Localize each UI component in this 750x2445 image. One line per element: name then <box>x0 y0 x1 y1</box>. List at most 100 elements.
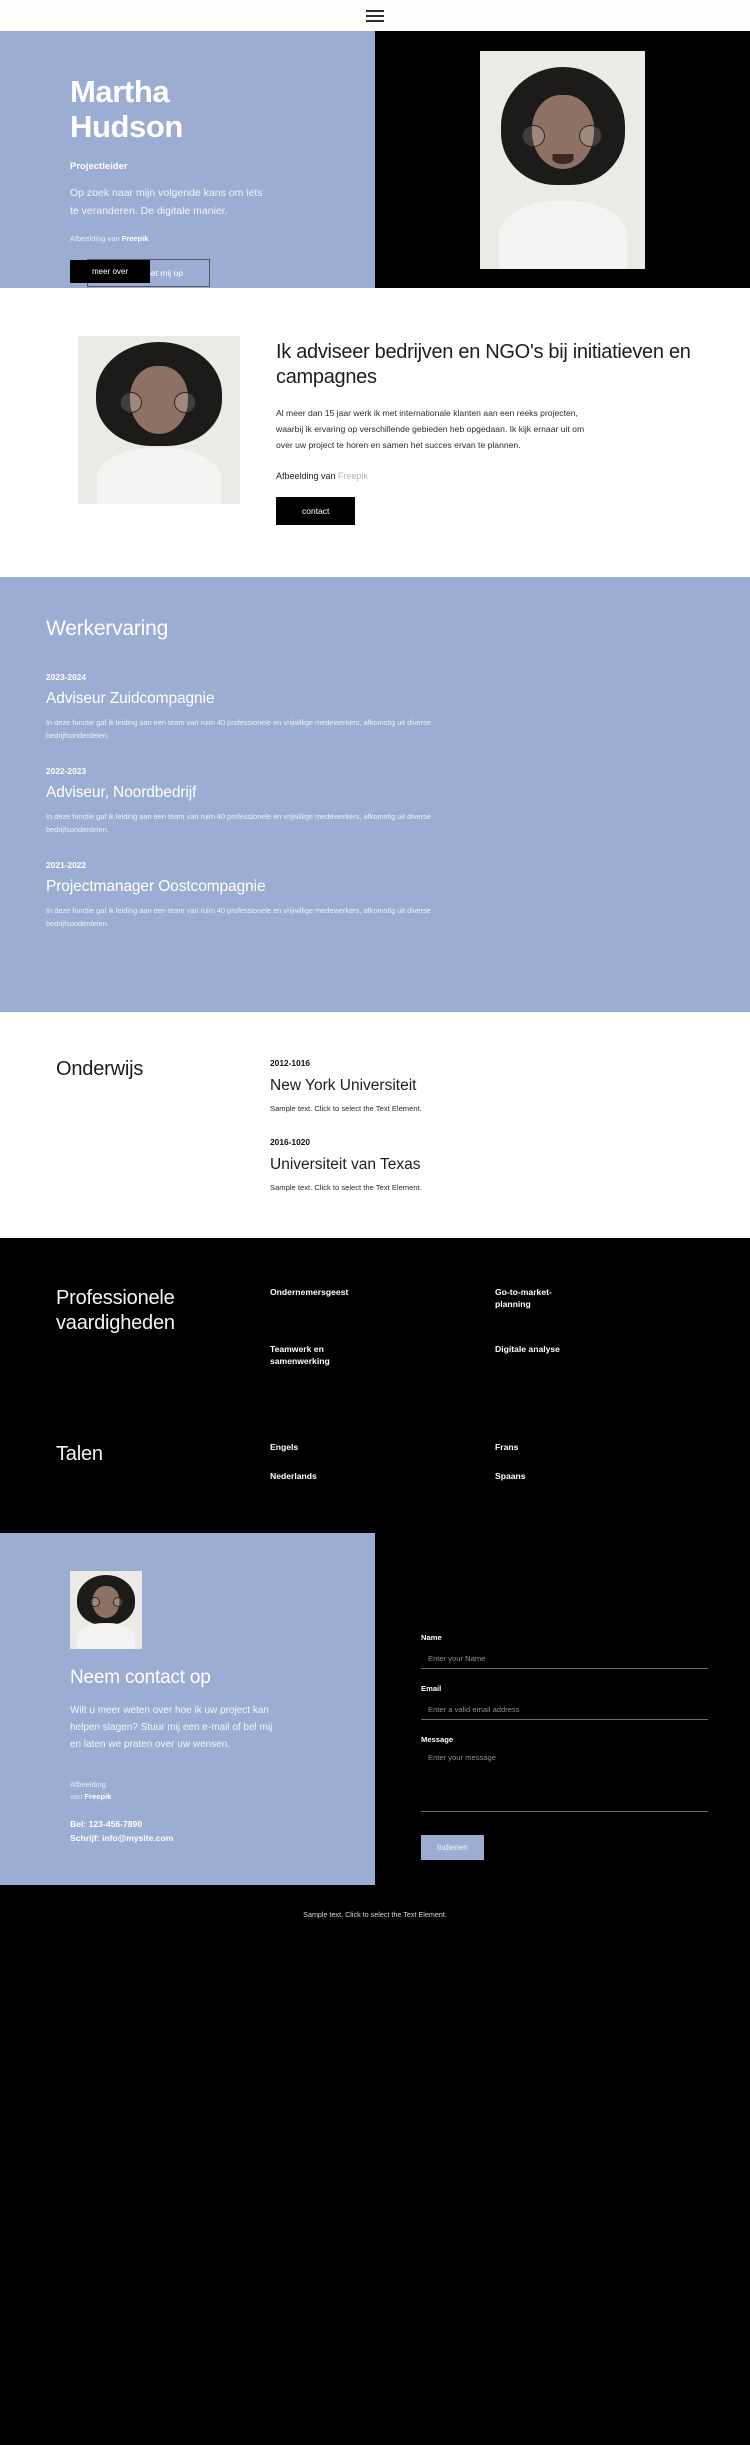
message-field-group: Message <box>421 1735 708 1817</box>
portrait-mouth <box>552 153 573 164</box>
contact-portrait-image <box>70 1570 142 1649</box>
meer-over-button[interactable]: meer over <box>70 260 151 284</box>
hamburger-menu-icon[interactable] <box>366 7 384 25</box>
portrait-illustration <box>78 336 240 504</box>
languages-block: Talen Engels Frans Nederlands Spaans <box>56 1442 710 1481</box>
portrait-glasses-left <box>120 392 142 413</box>
hero-section: Martha Hudson Projectleider Op zoek naar… <box>0 31 750 288</box>
skill-item: Digitale analyse <box>495 1343 560 1354</box>
name-input[interactable] <box>421 1650 708 1669</box>
portrait-body <box>77 1622 135 1649</box>
experience-description: In deze functie gaf ik leiding aan een t… <box>46 905 431 928</box>
hero-image-credit: Afbeelding van Freepik <box>70 234 331 243</box>
hero-role-label: Projectleider <box>70 161 128 173</box>
experience-role: Adviseur Zuidcompagnie <box>46 690 215 708</box>
submit-button[interactable]: Indienen <box>421 1834 484 1860</box>
hero-portrait-image <box>480 50 645 269</box>
contact-form-panel: Name Email Message Indienen <box>375 1532 750 1886</box>
portrait-illustration <box>480 50 645 269</box>
portrait-illustration <box>70 1570 142 1649</box>
hero-button-group: contact met mij op meer over <box>70 259 270 288</box>
footer-text: Sample text. Click to select the Text El… <box>303 1909 447 1919</box>
contact-section: Neem contact op Wilt u meer weten over h… <box>0 1532 750 1886</box>
about-credit-prefix: Afbeelding van <box>276 471 339 482</box>
portrait-body <box>97 448 221 504</box>
about-portrait-image <box>78 336 240 504</box>
experience-date: 2021-2022 <box>46 859 87 870</box>
language-item: Frans <box>495 1441 519 1452</box>
language-item: Spaans <box>495 1470 526 1481</box>
footer: Sample text. Click to select the Text El… <box>0 1885 750 1944</box>
hero-description: Op zoek naar mijn volgende kans om iets … <box>70 187 263 217</box>
experience-role: Projectmanager Oostcompagnie <box>46 877 266 895</box>
work-experience-list: 2023-2024 Adviseur Zuidcompagnie In deze… <box>46 672 710 931</box>
language-item: Engels <box>270 1441 299 1452</box>
email-field-label: Email <box>421 1683 442 1693</box>
experience-role: Adviseur, Noordbedrijf <box>46 783 197 801</box>
portrait-glasses-left <box>90 1596 100 1607</box>
contact-phone[interactable]: Bel: 123-456-7890 <box>70 1817 323 1831</box>
email-field-group: Email <box>421 1684 708 1720</box>
page-root: Martha Hudson Projectleider Op zoek naar… <box>0 0 750 1944</box>
hero-image-panel <box>375 31 750 288</box>
experience-item: 2022-2023 Adviseur, Noordbedrijf In deze… <box>46 766 710 837</box>
education-date: 2016-1020 <box>270 1136 311 1147</box>
languages-heading-column: Talen <box>56 1442 270 1481</box>
contact-details: Bel: 123-456-7890 Schrijf: info@mysite.c… <box>70 1817 323 1845</box>
contact-body-text: Wilt u meer weten over hoe ik uw project… <box>70 1704 273 1750</box>
message-field-label: Message <box>421 1734 454 1744</box>
education-item: 2012-1016 New York Universiteit Sample t… <box>270 1058 710 1113</box>
language-item: Nederlands <box>270 1470 317 1481</box>
skills-heading-line2: vaardigheden <box>56 1312 175 1335</box>
experience-item: 2021-2022 Projectmanager Oostcompagnie I… <box>46 860 710 931</box>
about-heading: Ik adviseer bedrijven en NGO's bij initi… <box>276 341 691 389</box>
about-body-text: Al meer dan 15 jaar werk ik met internat… <box>276 408 585 451</box>
work-experience-heading: Werkervaring <box>46 617 169 641</box>
education-list: 2012-1016 New York Universiteit Sample t… <box>270 1058 710 1192</box>
portrait-body <box>498 200 627 269</box>
skill-item: Ondernemersgeest <box>270 1286 349 1297</box>
education-date: 2012-1016 <box>270 1057 311 1068</box>
skills-heading-column: Professionele vaardigheden <box>56 1286 270 1368</box>
education-school: Universiteit van Texas <box>270 1155 421 1173</box>
hero-credit-prefix: Afbeelding van <box>70 234 122 244</box>
portrait-glasses-left <box>522 124 545 147</box>
email-input[interactable] <box>421 1701 708 1720</box>
experience-item: 2023-2024 Adviseur Zuidcompagnie In deze… <box>46 672 710 743</box>
hero-credit-source: Freepik <box>121 234 149 244</box>
skills-and-languages-section: Professionele vaardigheden Ondernemersge… <box>0 1237 750 1533</box>
contact-button[interactable]: contact <box>276 497 356 526</box>
education-description: Sample text. Click to select the Text El… <box>270 1103 422 1113</box>
message-textarea[interactable] <box>421 1749 708 1812</box>
portrait-glasses-right <box>113 1596 123 1607</box>
page-title: Martha Hudson <box>70 74 331 144</box>
portrait-glasses-right <box>174 392 196 413</box>
education-school: New York Universiteit <box>270 1076 417 1094</box>
skills-heading: Professionele vaardigheden <box>56 1286 270 1337</box>
hamburger-bar <box>366 19 384 22</box>
education-heading: Onderwijs <box>56 1057 144 1080</box>
experience-description: In deze functie gaf ik leiding aan een t… <box>46 718 431 740</box>
about-image-credit: Afbeelding van Freepik <box>276 471 710 481</box>
languages-heading: Talen <box>56 1442 103 1465</box>
skills-heading-line1: Professionele <box>56 1286 175 1309</box>
experience-description: In deze functie gaf ik leiding aan een t… <box>46 811 431 834</box>
about-credit-source-link[interactable]: Freepik <box>338 471 368 481</box>
skill-item: Teamwerk en samenwerking <box>270 1343 330 1367</box>
contact-email[interactable]: Schrijf: info@mysite.com <box>70 1831 323 1845</box>
hero-name-line2: Hudson <box>70 108 183 144</box>
experience-date: 2023-2024 <box>46 672 87 683</box>
about-section: Ik adviseer bedrijven en NGO's bij initi… <box>0 288 750 578</box>
work-experience-section: Werkervaring 2023-2024 Adviseur Zuidcomp… <box>0 577 750 1012</box>
contact-info-panel: Neem contact op Wilt u meer weten over h… <box>0 1532 375 1886</box>
skills-grid: Ondernemersgeest Go-to-market-planning T… <box>270 1286 710 1368</box>
experience-date: 2022-2023 <box>46 765 87 776</box>
contact-image-credit: Afbeelding van Freepik <box>70 1779 323 1803</box>
professional-skills-block: Professionele vaardigheden Ondernemersge… <box>56 1286 710 1368</box>
education-heading-column: Onderwijs <box>56 1058 270 1192</box>
contact-credit-source: Freepik <box>84 1791 112 1801</box>
contact-credit-line1: Afbeelding <box>70 1779 106 1789</box>
contact-credit-prefix: van <box>70 1791 85 1801</box>
top-navigation-bar <box>0 0 750 31</box>
name-field-group: Name <box>421 1633 708 1669</box>
